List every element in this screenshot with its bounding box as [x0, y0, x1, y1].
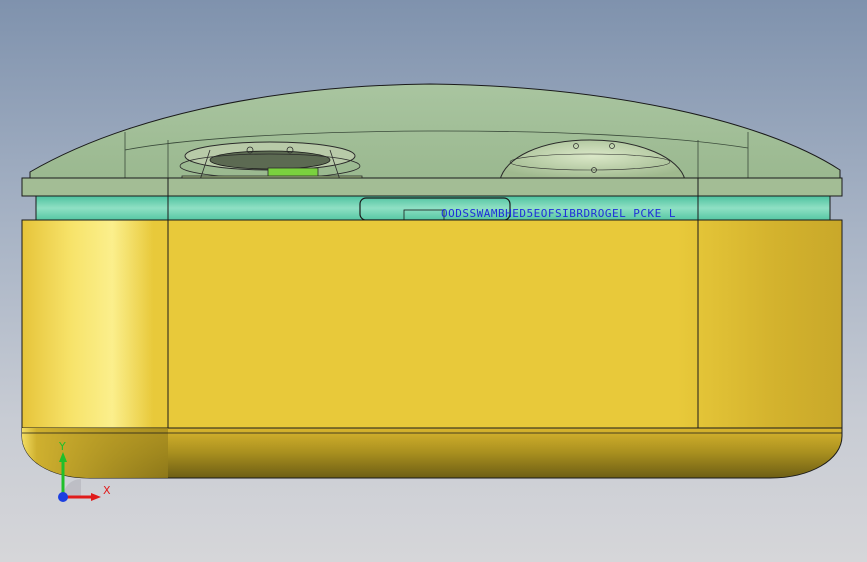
y-axis-label: Y: [59, 440, 66, 453]
x-axis-arrowhead: [91, 493, 101, 501]
dimension-annotation: OODSSWAMBHED5EOFSIBRDROGEL PCKE L: [441, 207, 677, 220]
y-axis-arrowhead: [59, 452, 67, 462]
coordinate-triad: Y X: [50, 440, 120, 510]
rim-ring: [35, 195, 831, 221]
cover-band: [21, 177, 843, 197]
z-axis-origin: [58, 492, 68, 502]
graphics-viewport[interactable]: OODSSWAMBHED5EOFSIBRDROGEL PCKE L Y X: [0, 0, 867, 562]
3d-model-view[interactable]: [0, 0, 867, 562]
cover-dome: [29, 83, 841, 181]
base-body: [21, 219, 843, 429]
x-axis-label: X: [103, 484, 111, 497]
